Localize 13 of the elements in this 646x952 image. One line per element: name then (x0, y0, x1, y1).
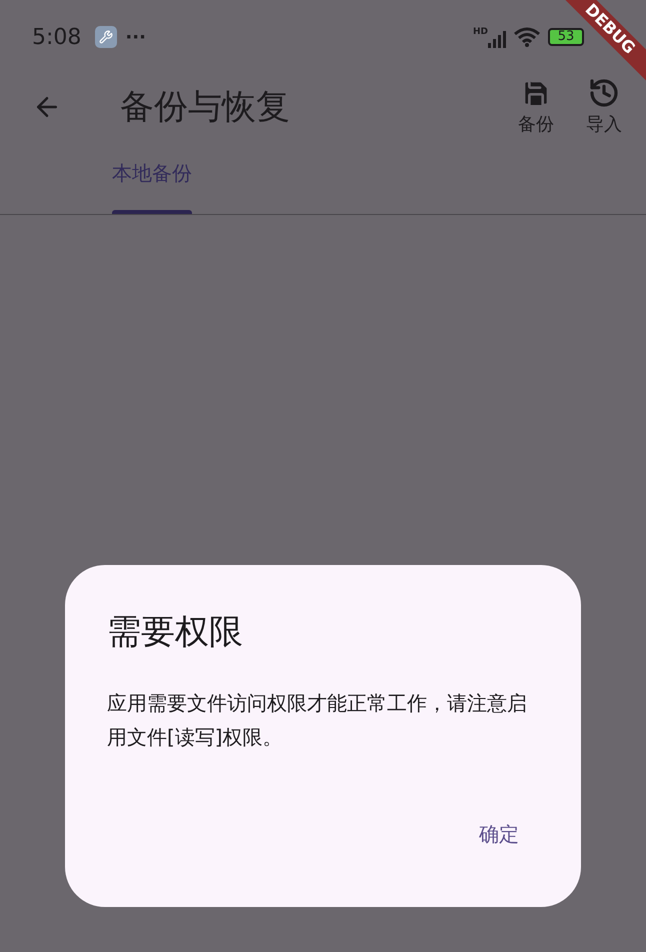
history-icon (588, 76, 620, 108)
more-text: ··· (125, 26, 146, 50)
confirm-button[interactable]: 确定 (459, 811, 539, 857)
wrench-icon (95, 26, 118, 48)
wifi-icon (514, 27, 540, 47)
tab[interactable]: 本地备份 (112, 158, 192, 214)
page-title: 备份与恢复 (120, 86, 290, 128)
network-label: HD (472, 26, 488, 39)
dialog-message: 应用需要文件访问权限才能正常工作，请注意启用文件[读写]权限。 (107, 690, 528, 751)
dialog-title: 需要权限 (107, 611, 244, 654)
battery-indicator: 53 (548, 28, 584, 46)
signal-icon (488, 30, 506, 48)
status-time: 5:08 (32, 24, 82, 52)
